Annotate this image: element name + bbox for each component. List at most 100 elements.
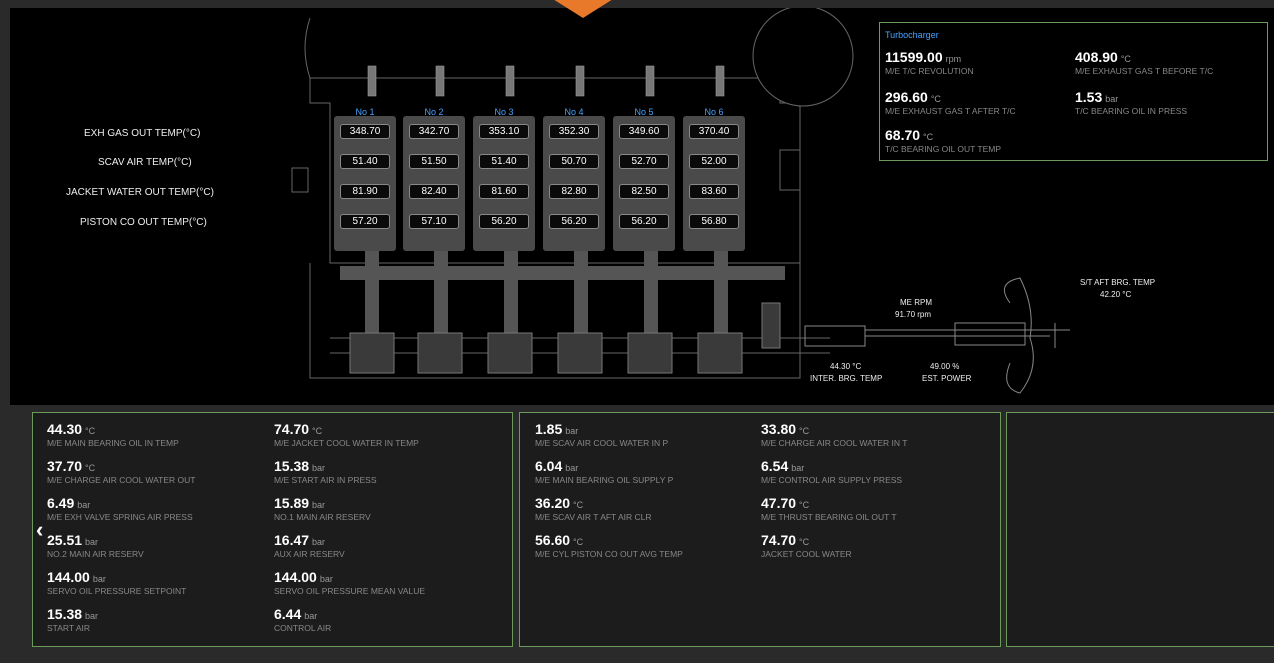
metric-unit: °C — [85, 426, 96, 436]
turbocharger-panel: Turbocharger 11599.00 rpm M/E T/C REVOLUTI… — [879, 22, 1268, 161]
metric-value: 44.30 — [47, 421, 83, 437]
cylinder-value: 348.70 — [340, 124, 390, 139]
turbocharger-title: Turbocharger — [885, 30, 939, 40]
cylinder-value: 82.40 — [409, 184, 459, 199]
metric-value: 6.54 — [761, 458, 789, 474]
engine-diagram: EXH GAS OUT TEMP(°C) SCAV AIR TEMP(°C) J… — [10, 8, 1274, 405]
metric-item: 44.30 °C M/E MAIN BEARING OIL IN TEMP — [47, 421, 179, 448]
metric-unit: bar — [565, 463, 579, 473]
metric-value: 36.20 — [535, 495, 571, 511]
metric-item: 25.51 bar NO.2 MAIN AIR RESERV — [47, 532, 144, 559]
metric-unit: bar — [85, 537, 99, 547]
metric-value: 25.51 — [47, 532, 83, 548]
metric-unit: °C — [799, 500, 810, 510]
metric-unit: bar — [92, 574, 106, 584]
metric-value: 74.70 — [761, 532, 797, 548]
metric-item: 47.70 °C M/E THRUST BEARING OIL OUT T — [761, 495, 897, 522]
cylinder-value: 51.40 — [479, 154, 529, 169]
metric-value: 144.00 — [47, 569, 90, 585]
metric-value: 11599.00 — [885, 49, 943, 65]
metric-value: 1.53 — [1075, 89, 1103, 105]
metric-name: NO.2 MAIN AIR RESERV — [47, 549, 144, 559]
metric-name: M/E EXH VALVE SPRING AIR PRESS — [47, 512, 193, 522]
metric-value: 15.89 — [274, 495, 310, 511]
metric-name: M/E CHARGE AIR COOL WATER IN T — [761, 438, 908, 448]
metric-name: M/E CHARGE AIR COOL WATER OUT — [47, 475, 196, 485]
metric-item: 15.89 bar NO.1 MAIN AIR RESERV — [274, 495, 371, 522]
metrics-panel-2: 1.85 bar M/E SCAV AIR COOL WATER IN P 33.80… — [519, 412, 1001, 647]
metric-name: CONTROL AIR — [274, 623, 332, 633]
est-power-label: EST. POWER — [922, 374, 972, 383]
metric-item: 15.38 bar M/E START AIR IN PRESS — [274, 458, 377, 485]
metric-name: SERVO OIL PRESSURE SETPOINT — [47, 586, 187, 596]
metric-item: 74.70 °C JACKET COOL WATER — [761, 532, 852, 559]
metric-item: 6.49 bar M/E EXH VALVE SPRING AIR PRESS — [47, 495, 193, 522]
metric-item: 33.80 °C M/E CHARGE AIR COOL WATER IN T — [761, 421, 907, 448]
metric-unit: °C — [85, 463, 96, 473]
metric-unit: °C — [573, 537, 584, 547]
metric-item: 37.70 °C M/E CHARGE AIR COOL WATER OUT — [47, 458, 195, 485]
metric-unit: °C — [923, 132, 934, 142]
cylinder-value: 56.20 — [619, 214, 669, 229]
row-label-exh-gas: EXH GAS OUT TEMP(°C) — [84, 128, 201, 139]
metric-name: M/E JACKET COOL WATER IN TEMP — [274, 438, 419, 448]
metric-name: JACKET COOL WATER — [761, 549, 852, 559]
metric-value: 16.47 — [274, 532, 310, 548]
metric-item: 1.85 bar M/E SCAV AIR COOL WATER IN P — [535, 421, 668, 448]
metric-value: 6.04 — [535, 458, 563, 474]
inter-brg-value: 44.30 °C — [830, 362, 862, 371]
cylinder-value: 57.10 — [409, 214, 459, 229]
metric-value: 1.85 — [535, 421, 563, 437]
cylinder-value: 352.30 — [549, 124, 599, 139]
metric-item: 56.60 °C M/E CYL PISTON CO OUT AVG TEMP — [535, 532, 683, 559]
metric-value: 15.38 — [47, 606, 83, 622]
metric-unit: °C — [1120, 54, 1131, 64]
metric-name: NO.1 MAIN AIR RESERV — [274, 512, 371, 522]
metric-name: M/E CONTROL AIR SUPPLY PRESS — [761, 475, 903, 485]
metric-value: 74.70 — [274, 421, 310, 437]
collapse-tab-icon[interactable] — [545, 0, 621, 18]
st-aft-brg-value: 42.20 °C — [1100, 290, 1132, 299]
row-label-jacket-water: JACKET WATER OUT TEMP(°C) — [66, 187, 214, 198]
metric-unit: bar — [77, 500, 91, 510]
metric-name: M/E THRUST BEARING OIL OUT T — [761, 512, 897, 522]
cylinder-value: 56.80 — [689, 214, 739, 229]
metric-unit: bar — [791, 463, 805, 473]
inter-brg-label: INTER. BRG. TEMP — [810, 374, 883, 383]
metric-item: 144.00 bar SERVO OIL PRESSURE MEAN VALUE — [274, 569, 425, 596]
me-rpm-value: 91.70 rpm — [895, 310, 932, 319]
metric-value: 56.60 — [535, 532, 571, 548]
metric-item: 16.47 bar AUX AIR RESERV — [274, 532, 345, 559]
metric-unit: bar — [304, 611, 318, 621]
metric-unit: rpm — [945, 54, 962, 64]
st-aft-brg-label: S/T AFT BRG. TEMP — [1080, 278, 1156, 287]
row-label-piston-co: PISTON CO OUT TEMP(°C) — [80, 217, 207, 228]
cylinder-value: 81.90 — [340, 184, 390, 199]
cylinder-value: 342.70 — [409, 124, 459, 139]
metric-unit: bar — [565, 426, 579, 436]
metric-name: SERVO OIL PRESSURE MEAN VALUE — [274, 586, 425, 596]
metric-item: 11599.00 rpm M/E T/C REVOLUTION — [885, 49, 974, 76]
metrics-panel-1: 44.30 °C M/E MAIN BEARING OIL IN TEMP 74.70… — [32, 412, 513, 647]
metric-item: 6.44 bar CONTROL AIR — [274, 606, 331, 633]
metric-name: M/E EXHAUST GAS T AFTER T/C — [885, 106, 1016, 116]
metric-unit: °C — [573, 500, 584, 510]
cylinder-value: 51.40 — [340, 154, 390, 169]
metrics-panel-3 — [1006, 412, 1274, 647]
metric-item: 36.20 °C M/E SCAV AIR T AFT AIR CLR — [535, 495, 652, 522]
metric-name: M/E CYL PISTON CO OUT AVG TEMP — [535, 549, 683, 559]
top-bar — [0, 0, 1274, 8]
metric-name: M/E MAIN BEARING OIL SUPPLY P — [535, 475, 674, 485]
metric-item: 1.53 bar T/C BEARING OIL IN PRESS — [1075, 89, 1187, 116]
metric-value: 6.49 — [47, 495, 75, 511]
metric-unit: bar — [85, 611, 99, 621]
metric-value: 408.90 — [1075, 49, 1118, 65]
cylinder-header: No 3 — [494, 107, 514, 117]
previous-arrow-icon[interactable]: ‹ — [36, 517, 43, 543]
metric-name: T/C BEARING OIL OUT TEMP — [885, 144, 1002, 154]
cylinder-value: 81.60 — [479, 184, 529, 199]
cylinder-value: 57.20 — [340, 214, 390, 229]
row-label-scav-air: SCAV AIR TEMP(°C) — [98, 157, 192, 168]
metric-unit: bar — [319, 574, 333, 584]
metric-name: M/E SCAV AIR T AFT AIR CLR — [535, 512, 652, 522]
